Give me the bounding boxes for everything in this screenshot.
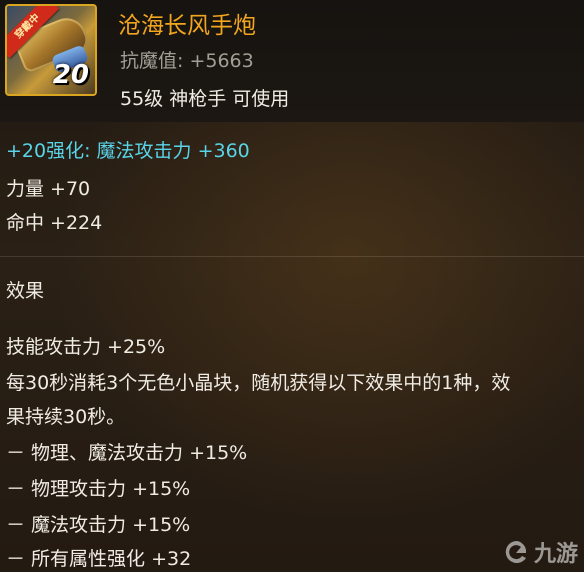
effect-line: － 所有属性强化 +32 bbox=[6, 548, 192, 570]
effect-line: － 物理、魔法攻击力 +15% bbox=[6, 442, 248, 464]
effects-title: 效果 bbox=[6, 280, 45, 302]
item-tooltip: 穿戴中 20 沧海长风手炮 抗魔值: +5663 55级 神枪手 可使用 +20… bbox=[0, 0, 584, 572]
strength-stat: 力量 +70 bbox=[6, 178, 91, 200]
effect-line: 技能攻击力 +25% bbox=[6, 336, 166, 358]
effect-line: 每30秒消耗3个无色小晶块，随机获得以下效果中的1种，效 bbox=[6, 372, 511, 394]
magic-resist-value: 抗魔值: +5663 bbox=[120, 50, 254, 72]
jiuyou-logo-icon bbox=[505, 540, 526, 563]
enhance-level-badge: 20 bbox=[52, 60, 89, 90]
effect-line: － 魔法攻击力 +15% bbox=[6, 514, 191, 536]
effect-line: 果持续30秒。 bbox=[6, 406, 126, 428]
tooltip-header: 穿戴中 20 沧海长风手炮 抗魔值: +5663 55级 神枪手 可使用 bbox=[0, 0, 584, 122]
section-divider bbox=[0, 256, 584, 257]
hit-stat: 命中 +224 bbox=[6, 212, 103, 234]
effect-line: － 物理攻击力 +15% bbox=[6, 478, 191, 500]
watermark-text: 九游 bbox=[533, 542, 578, 567]
item-requirement: 55级 神枪手 可使用 bbox=[120, 88, 290, 110]
watermark: 九游 bbox=[504, 536, 578, 568]
hand-cannon-icon[interactable]: 穿戴中 20 bbox=[5, 4, 97, 96]
item-name: 沧海长风手炮 bbox=[118, 13, 256, 39]
enhance-stat: +20强化: 魔法攻击力 +360 bbox=[6, 140, 250, 162]
